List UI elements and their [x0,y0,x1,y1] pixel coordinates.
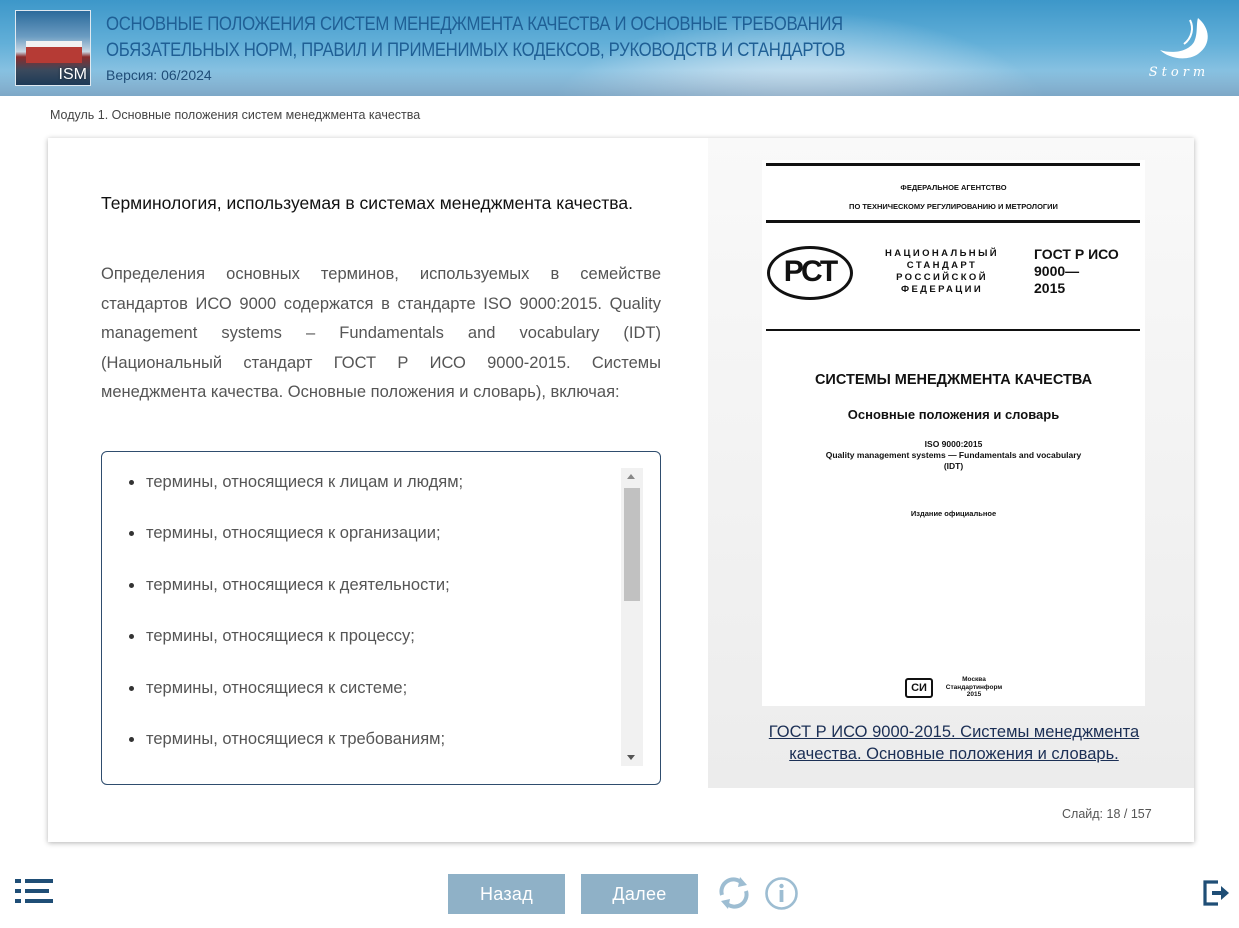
doc-iso-line-2: Quality management systems — Fundamental… [825,450,1082,460]
doc-publisher: СИ Москва Стандартинформ 2015 [905,676,1005,700]
doc-top-rule [766,163,1140,166]
doc-standard-number: ГОСТ Р ИСО 9000— 2015 [1034,246,1119,297]
list-item-text: термины, относящиеся к организации; [146,524,441,543]
header: ISM ОСНОВНЫЕ ПОЛОЖЕНИЯ СИСТЕМ МЕНЕДЖМЕНТ… [0,0,1239,96]
doc-national-standard: НАЦИОНАЛЬНЫЙ СТАНДАРТ РОССИЙСКОЙ ФЕДЕРАЦ… [885,248,999,295]
doc-number-line-3: 2015 [1034,280,1066,296]
back-button[interactable]: Назад [448,874,565,914]
terms-list-box[interactable]: термины, относящиеся к лицам и людям; те… [101,451,661,785]
scroll-down-icon[interactable] [627,755,635,760]
gost-logo-text: РСТ [783,255,839,288]
list-item: термины, относящиеся к требованиям; [129,725,616,776]
slide-card: Терминология, используемая в системах ме… [48,138,1194,842]
doc-agency-line-1: ФЕДЕРАЛЬНОЕ АГЕНТСТВО [900,183,1007,192]
document-link[interactable]: ГОСТ Р ИСО 9000-2015. Системы менеджмент… [738,721,1170,765]
publisher-line-2: Стандартинформ [945,683,1003,691]
course-title: ОСНОВНЫЕ ПОЛОЖЕНИЯ СИСТЕМ МЕНЕДЖМЕНТА КА… [106,11,863,63]
bullet-icon [129,531,134,537]
doc-rule-2 [766,220,1140,223]
logo-text: ISM [58,66,87,83]
doc-iso-line-1: ISO 9000:2015 [924,439,983,449]
terms-list: термины, относящиеся к лицам и людям; те… [129,468,616,776]
list-scrollbar[interactable] [621,468,643,766]
doc-number-line-1: ГОСТ Р ИСО [1034,246,1119,262]
slide-body-text: Определения основных терминов, используе… [101,265,661,401]
list-item-text: термины, относящиеся к процессу; [146,627,415,646]
list-item-text: термины, относящиеся к требованиям; [146,729,446,748]
slide-counter: Слайд: 18 / 157 [1062,807,1152,821]
course-title-line-2: ОБЯЗАТЕЛЬНЫХ НОРМ, ПРАВИЛ И ПРИМЕНИМЫХ К… [106,39,846,61]
publisher-logo: СИ [905,678,933,698]
publisher-line-3: 2015 [966,691,982,698]
doc-rule-3 [766,329,1140,331]
list-item: термины, относящиеся к деятельности; [129,571,616,622]
list-item: термины, относящиеся к системе; [129,674,616,725]
doc-iso-reference: ISO 9000:2015 Quality management systems… [792,439,1115,472]
storm-logo: Storm [1149,18,1210,80]
refresh-icon[interactable] [716,875,752,911]
list-item: термины, относящиеся к лицам и людям; [129,468,616,519]
version-label: Версия: 06/2024 [106,67,212,83]
bullet-icon [129,582,134,588]
doc-number-line-2: 9000— [1034,263,1080,279]
bullet-icon [129,736,134,742]
breadcrumb: Модуль 1. Основные положения систем мене… [50,108,421,122]
doc-subtitle: Основные положения и словарь [847,407,1060,422]
doc-title: СИСТЕМЫ МЕНЕДЖМЕНТА КАЧЕСТВА [814,372,1093,388]
doc-official-edition: Издание официальное [910,509,997,518]
course-logo: ISM [15,10,91,86]
doc-agency-line-2: ПО ТЕХНИЧЕСКОМУ РЕГУЛИРОВАНИЮ И МЕТРОЛОГ… [849,202,1058,211]
ship-image [26,41,82,63]
course-title-line-1: ОСНОВНЫЕ ПОЛОЖЕНИЯ СИСТЕМ МЕНЕДЖМЕНТА КА… [106,13,843,35]
scroll-up-icon[interactable] [627,474,635,479]
doc-iso-line-3: (IDT) [943,461,964,471]
bullet-icon [129,634,134,640]
storm-brand-text: Storm [1149,65,1210,80]
gost-r-logo: РСТ [767,246,853,300]
publisher-line-1: Москва [962,676,986,683]
list-item: термины, относящиеся к организации; [129,519,616,570]
scrollbar-thumb[interactable] [624,488,640,601]
next-button[interactable]: Далее [581,874,698,914]
slide-heading: Терминология, используемая в системах ме… [101,193,633,213]
bullet-icon [129,685,134,691]
menu-icon[interactable] [15,878,53,904]
gost-document-cover[interactable]: ФЕДЕРАЛЬНОЕ АГЕНТСТВО ПО ТЕХНИЧЕСКОМУ РЕ… [762,160,1145,706]
bullet-icon [129,480,134,485]
exit-icon[interactable] [1202,879,1230,907]
list-item-text: термины, относящиеся к лицам и людям; [146,473,464,491]
info-icon[interactable] [764,876,799,911]
list-item: термины, относящиеся к процессу; [129,622,616,673]
publisher-text: Москва Стандартинформ 2015 [939,676,1009,699]
list-item-text: термины, относящиеся к деятельности; [146,575,450,594]
list-item-text: термины, относящиеся к системе; [146,678,408,697]
